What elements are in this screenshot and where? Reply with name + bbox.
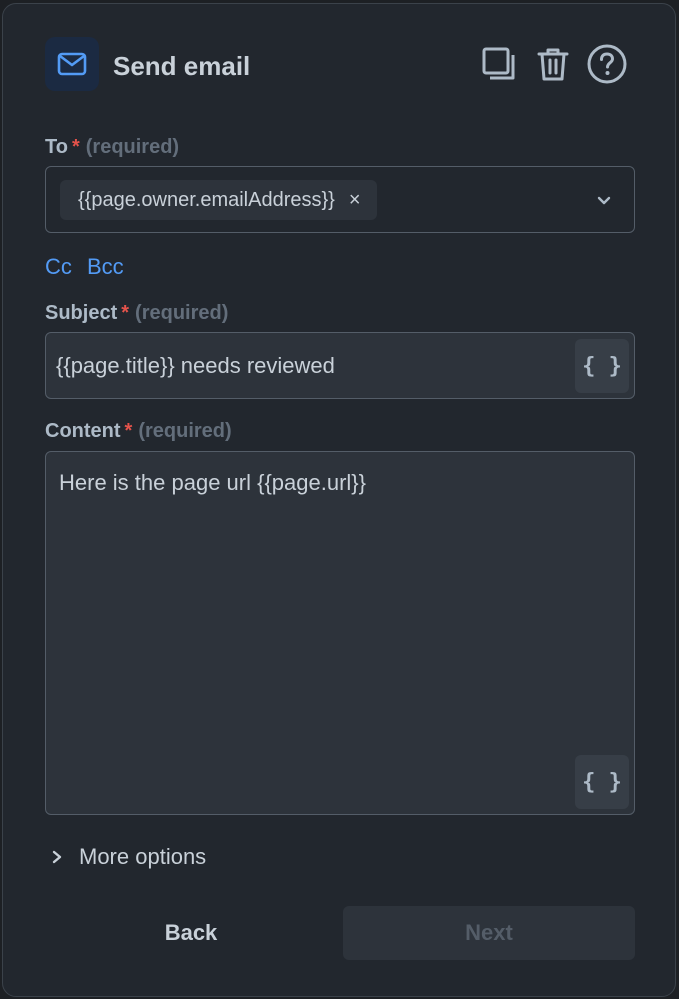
mail-icon bbox=[45, 37, 99, 91]
to-label-text: To bbox=[45, 136, 68, 158]
to-label: To * (required) bbox=[45, 134, 179, 160]
required-hint: (required) bbox=[135, 302, 229, 324]
recipient-chip: {{page.owner.emailAddress}} × bbox=[60, 180, 377, 220]
required-hint: (required) bbox=[138, 420, 232, 442]
insert-variable-button[interactable]: { } bbox=[575, 339, 629, 393]
help-button[interactable] bbox=[585, 42, 629, 86]
more-options-toggle[interactable]: More options bbox=[49, 842, 206, 872]
subject-label-text: Subject bbox=[45, 302, 118, 324]
required-star: * bbox=[124, 420, 133, 442]
send-email-panel: Send email To * (required) {{page.owner.… bbox=[2, 3, 676, 997]
chevron-down-icon[interactable] bbox=[594, 190, 614, 210]
content-label: Content * (required) bbox=[45, 418, 232, 444]
duplicate-button[interactable] bbox=[477, 42, 521, 86]
panel-title: Send email bbox=[113, 51, 251, 81]
recipient-chip-value: {{page.owner.emailAddress}} bbox=[78, 188, 335, 211]
cc-link[interactable]: Cc bbox=[45, 252, 72, 282]
required-star: * bbox=[121, 302, 130, 324]
more-options-label: More options bbox=[79, 844, 207, 869]
remove-chip-icon[interactable]: × bbox=[349, 189, 361, 212]
required-star: * bbox=[71, 136, 80, 158]
trash-icon bbox=[533, 44, 573, 84]
content-label-text: Content bbox=[45, 420, 121, 442]
delete-button[interactable] bbox=[531, 42, 575, 86]
subject-input[interactable]: {{page.title}} needs reviewed bbox=[56, 351, 556, 381]
content-field[interactable]: Here is the page url {{page.url}} { } bbox=[45, 451, 635, 815]
subject-field[interactable]: {{page.title}} needs reviewed { } bbox=[45, 332, 635, 399]
insert-variable-button[interactable]: { } bbox=[575, 755, 629, 809]
subject-label: Subject * (required) bbox=[45, 300, 228, 326]
content-textarea[interactable]: Here is the page url {{page.url}} bbox=[59, 468, 366, 498]
help-circle-icon bbox=[586, 43, 628, 85]
to-recipient-field[interactable]: {{page.owner.emailAddress}} × bbox=[45, 166, 635, 233]
required-hint: (required) bbox=[85, 136, 180, 158]
duplicate-icon bbox=[479, 44, 519, 84]
next-button[interactable]: Next bbox=[343, 906, 635, 960]
chevron-right-icon bbox=[49, 848, 65, 866]
bcc-link[interactable]: Bcc bbox=[87, 252, 124, 282]
back-button[interactable]: Back bbox=[45, 906, 337, 960]
